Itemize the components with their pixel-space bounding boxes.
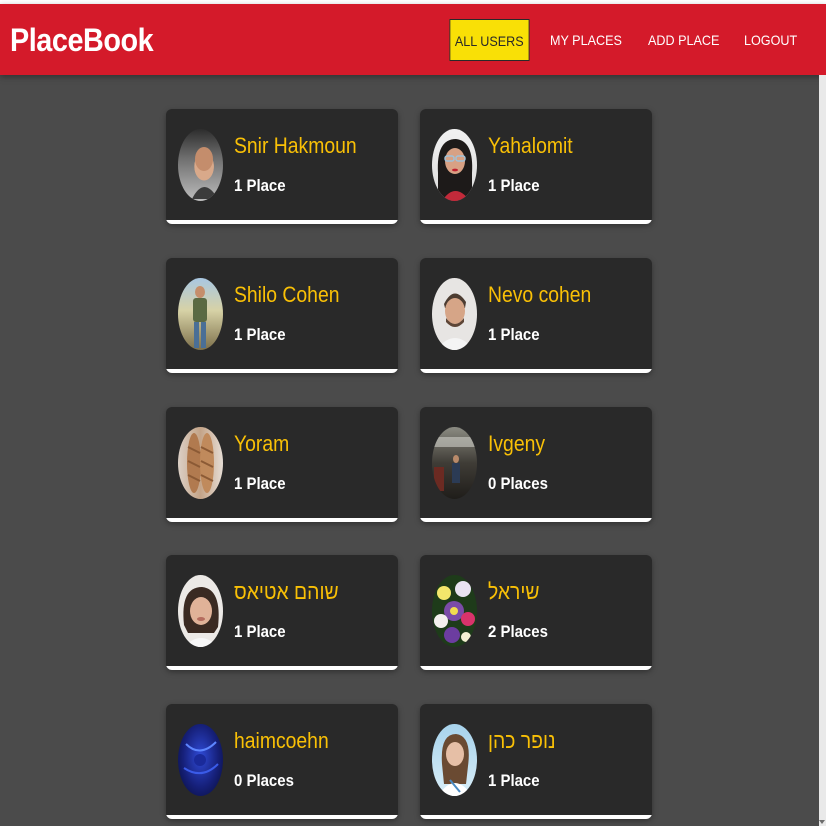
user-name: Yahalomit xyxy=(488,133,573,158)
user-name: שיראל xyxy=(488,579,540,604)
user-place-count: 1 Place xyxy=(234,176,286,195)
nav-all-users[interactable]: ALL USERS xyxy=(449,19,530,61)
user-card[interactable]: Shilo Cohen 1 Place xyxy=(166,258,398,373)
user-card[interactable]: Yahalomit 1 Place xyxy=(420,109,652,224)
user-place-count: 1 Place xyxy=(488,176,540,195)
user-card[interactable]: שוהם אטיאס 1 Place xyxy=(166,555,398,670)
person-photo-icon xyxy=(193,286,207,348)
card-underline xyxy=(166,815,398,819)
page-scrollbar[interactable] xyxy=(819,75,826,826)
person-photo-icon xyxy=(438,734,472,796)
user-avatar xyxy=(432,129,477,201)
user-avatar xyxy=(432,278,477,350)
user-place-count: 2 Places xyxy=(488,622,548,641)
user-avatar xyxy=(432,427,477,499)
user-place-count: 1 Place xyxy=(488,325,540,344)
main-header: PlaceBook ALL USERS MY PLACES ADD PLACE … xyxy=(0,4,826,75)
nav-logout[interactable]: LOGOUT xyxy=(738,19,802,61)
card-underline xyxy=(166,666,398,670)
user-place-count: 0 Places xyxy=(488,474,548,493)
card-underline xyxy=(420,815,652,819)
user-avatar xyxy=(178,278,223,350)
user-name: Ivgeny xyxy=(488,431,546,456)
card-underline xyxy=(420,369,652,373)
user-name: נופר כהן xyxy=(488,728,556,753)
user-card[interactable]: Yoram 1 Place xyxy=(166,407,398,522)
brand-logo[interactable]: PlaceBook xyxy=(10,22,154,59)
user-avatar xyxy=(178,427,223,499)
card-underline xyxy=(420,518,652,522)
person-photo-icon xyxy=(192,147,218,199)
user-avatar xyxy=(178,724,223,796)
user-card[interactable]: נופר כהן 1 Place xyxy=(420,704,652,819)
nav-my-places[interactable]: MY PLACES xyxy=(544,19,627,61)
user-card[interactable]: Snir Hakmoun 1 Place xyxy=(166,109,398,224)
user-card[interactable]: haimcoehn 0 Places xyxy=(166,704,398,819)
user-avatar xyxy=(432,575,477,647)
person-photo-icon xyxy=(437,139,473,201)
user-name: Snir Hakmoun xyxy=(234,133,357,158)
user-name: שוהם אטיאס xyxy=(234,579,339,604)
user-card[interactable]: שיראל 2 Places xyxy=(420,555,652,670)
bread-photo-icon xyxy=(187,433,214,493)
card-underline xyxy=(166,220,398,224)
abstract-photo-icon xyxy=(183,741,219,775)
main-navigation: ALL USERS MY PLACES ADD PLACE LOGOUT xyxy=(439,19,806,61)
user-name: haimcoehn xyxy=(234,728,329,753)
flowers-photo-icon xyxy=(434,581,475,643)
user-name: Shilo Cohen xyxy=(234,282,340,307)
card-underline xyxy=(420,220,652,224)
user-place-count: 1 Place xyxy=(234,325,286,344)
user-place-count: 1 Place xyxy=(234,474,286,493)
user-card[interactable]: Nevo cohen 1 Place xyxy=(420,258,652,373)
person-photo-icon xyxy=(432,437,477,491)
scroll-down-arrow-icon[interactable] xyxy=(819,820,825,824)
person-photo-icon xyxy=(436,293,474,350)
user-place-count: 1 Place xyxy=(234,622,286,641)
card-underline xyxy=(420,666,652,670)
user-name: Yoram xyxy=(234,431,290,456)
card-underline xyxy=(166,369,398,373)
user-place-count: 0 Places xyxy=(234,771,294,790)
user-place-count: 1 Place xyxy=(488,771,540,790)
user-name: Nevo cohen xyxy=(488,282,592,307)
card-underline xyxy=(166,518,398,522)
nav-add-place[interactable]: ADD PLACE xyxy=(642,19,724,61)
person-photo-icon xyxy=(183,587,219,647)
user-avatar xyxy=(178,129,223,201)
user-card[interactable]: Ivgeny 0 Places xyxy=(420,407,652,522)
user-avatar xyxy=(432,724,477,796)
user-avatar xyxy=(178,575,223,647)
